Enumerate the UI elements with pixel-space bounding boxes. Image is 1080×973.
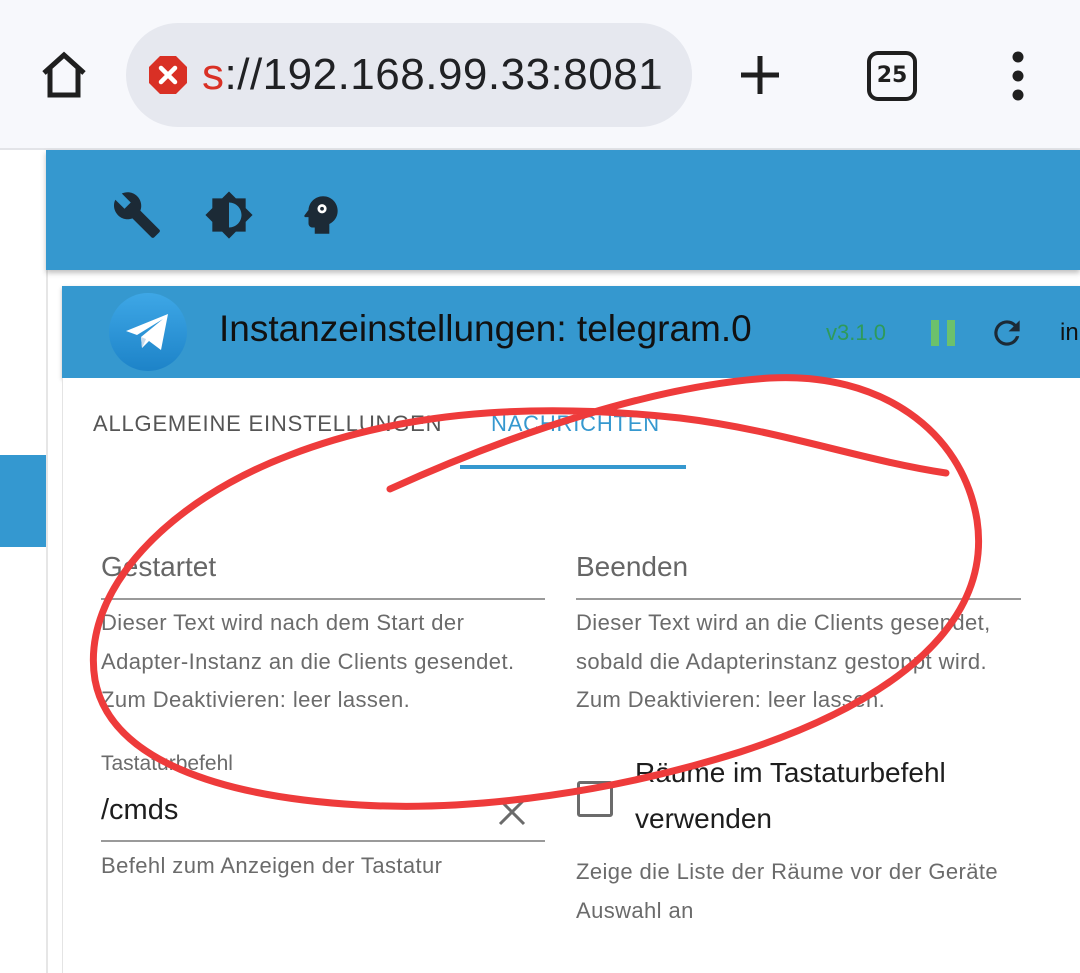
expert-mode-icon[interactable] [296,190,346,240]
reload-icon[interactable] [988,314,1026,352]
instance-version: v3.1.0 [826,320,886,345]
tab-switcher-icon[interactable]: 25 [867,51,917,101]
app-toolbar [46,150,1080,270]
keyboard-command-label: Tastaturbefehl [101,752,233,775]
home-icon[interactable] [38,50,90,100]
stopped-input-underline [576,598,1021,600]
stopped-help-text: Dieser Text wird an die Clients gesendet… [576,610,991,712]
plus-icon[interactable] [736,50,784,100]
clear-icon[interactable] [497,797,527,827]
wrench-icon[interactable] [112,190,162,240]
instance-header-cut-text: in [1060,319,1079,346]
url-scheme-tail: s [202,50,225,99]
left-nav-strip [0,150,48,973]
left-nav-active-item[interactable] [0,455,46,547]
url-host: ://192.168.99.33:8081 [224,50,664,99]
keyboard-command-underline [101,840,545,842]
keyboard-command-help: Befehl zum Anzeigen der Tastatur [101,853,443,878]
instance-title: Instanzeinstellungen: telegram.0 [219,308,752,349]
started-text-input[interactable]: Gestartet [101,550,216,584]
telegram-logo-icon [108,292,188,372]
url-fade [652,23,692,127]
settings-panel: Allgemeine Einstellungen Nachrichten Ges… [62,378,1080,973]
address-bar[interactable]: s://192.168.99.33:8081 [126,23,692,127]
pause-icon[interactable] [928,318,958,348]
rooms-checkbox[interactable] [577,781,613,817]
tab-messages[interactable]: Nachrichten [491,410,660,438]
started-input-underline [101,598,545,600]
started-help-text: Dieser Text wird nach dem Start der Adap… [101,610,515,712]
active-tab-indicator [460,465,686,469]
tab-general-settings[interactable]: Allgemeine Einstellungen [93,410,442,438]
brightness-icon[interactable] [204,190,254,240]
tab-count: 25 [876,63,908,88]
instance-header: Instanzeinstellungen: telegram.0 v3.1.0 … [62,286,1080,378]
stopped-text-input[interactable]: Beenden [576,550,688,584]
more-vert-icon[interactable] [1006,50,1030,102]
url-text[interactable]: s://192.168.99.33:8081 [202,45,663,105]
rooms-help-text: Zeige die Liste der Räume vor der Geräte… [576,859,998,923]
keyboard-command-input[interactable]: /cmds [101,792,178,828]
not-secure-icon[interactable] [148,55,188,95]
browser-toolbar: s://192.168.99.33:8081 25 [0,0,1080,150]
rooms-checkbox-label[interactable]: Räume im Tastaturbefehl verwenden [635,750,1015,842]
